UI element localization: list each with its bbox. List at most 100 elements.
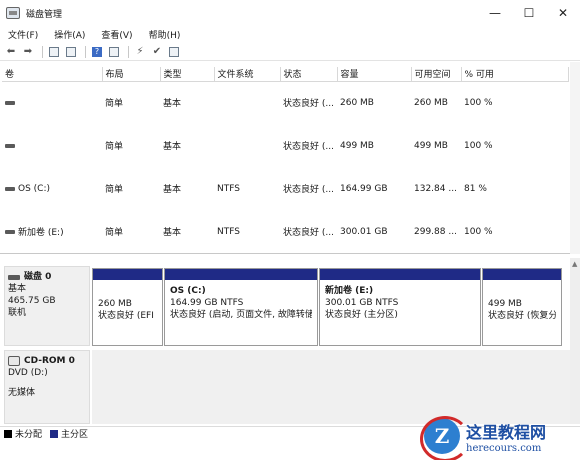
primary-partition-swatch <box>50 429 59 438</box>
cdrom-0-name: CD-ROM 0 <box>24 356 75 366</box>
capacity-cell: 499 MB <box>340 140 374 151</box>
table-row[interactable]: OS (C:) 简单 基本 NTFS 状态良好 (... 164.99 GB 1… <box>2 167 568 210</box>
watermark-logo: Z <box>420 416 470 460</box>
free-space-cell: 499 MB <box>414 140 448 151</box>
check-icon[interactable]: ✔ <box>150 45 164 59</box>
menu-bar: 文件(F) 操作(A) 查看(V) 帮助(H) <box>0 26 580 42</box>
close-button[interactable]: ✕ <box>546 0 580 26</box>
menu-action[interactable]: 操作(A) <box>46 28 93 41</box>
type-cell: 基本 <box>163 142 182 152</box>
legend-primary-partition: 主分区 <box>50 427 88 440</box>
disk-0-name-row: 磁盘 0 <box>8 271 86 283</box>
menu-file[interactable]: 文件(F) <box>0 28 46 41</box>
column-header-status[interactable]: 状态 <box>280 67 338 82</box>
layout-cell: 简单 <box>105 142 124 152</box>
volume-icon <box>5 229 15 234</box>
column-header-filesystem[interactable]: 文件系统 <box>214 67 281 82</box>
filesystem-cell: NTFS <box>217 226 240 237</box>
minimize-button[interactable]: — <box>478 0 512 26</box>
percent-free-cell: 100 % <box>464 226 493 237</box>
cdrom-0-info[interactable]: CD-ROM 0 DVD (D:) 无媒体 <box>4 350 90 424</box>
volume-cell: 新加卷 (E:) <box>2 210 102 253</box>
legend-label: 未分配 <box>15 430 43 440</box>
watermark-url: herecours.com <box>466 442 542 454</box>
watermark: Z 这里教程网 herecours.com <box>420 414 574 460</box>
primary-partition-bar <box>93 269 162 280</box>
column-header-layout[interactable]: 布局 <box>102 67 161 82</box>
type-cell: 基本 <box>163 185 182 195</box>
filesystem-cell <box>214 124 280 167</box>
disk-management-app-icon <box>6 7 20 19</box>
volume-cell <box>2 81 102 124</box>
connect-icon[interactable]: ⚡ <box>133 45 147 59</box>
status-cell: 状态良好 (... <box>283 185 334 195</box>
scroll-up-arrow-icon[interactable]: ▲ <box>572 260 577 268</box>
free-space-cell: 132.84 ... <box>414 183 457 194</box>
cdrom-0-drive: DVD (D:) <box>8 368 48 378</box>
partition-new-volume-e[interactable]: 新加卷 (E:) 300.01 GB NTFS 状态良好 (主分区) <box>319 268 481 346</box>
cdrom-0-name-row: CD-ROM 0 <box>8 355 86 367</box>
partition-status: 状态良好 (启动, 页面文件, 故障转储 <box>170 310 312 320</box>
cdrom-0-empty-area[interactable] <box>92 350 570 424</box>
volume-cell: OS (C:) <box>2 167 102 210</box>
volume-cell <box>2 124 102 167</box>
percent-free-cell: 100 % <box>464 97 493 108</box>
legend-label: 主分区 <box>61 430 89 440</box>
type-cell: 基本 <box>163 99 182 110</box>
volume-table: 卷 布局 类型 文件系统 状态 容量 可用空间 % 可用 简单 基本 状态良好 … <box>2 67 569 253</box>
volume-list-scrollbar[interactable] <box>570 62 580 254</box>
layout-cell: 简单 <box>105 99 124 110</box>
column-header-capacity[interactable]: 容量 <box>337 67 412 82</box>
menu-view[interactable]: 查看(V) <box>93 28 140 41</box>
toolbar: ⬅ ➡ ? ⚡ ✔ <box>0 43 580 61</box>
legend-unallocated: 未分配 <box>4 427 42 440</box>
cdrom-0-state: 无媒体 <box>8 388 36 398</box>
primary-partition-bar <box>483 269 561 280</box>
disk-0-type: 基本 <box>8 284 27 294</box>
primary-partition-bar <box>165 269 317 280</box>
partition-recovery[interactable]: 499 MB 状态良好 (恢复分 <box>482 268 562 346</box>
column-header-volume[interactable]: 卷 <box>2 67 103 82</box>
free-space-cell: 260 MB <box>414 97 448 108</box>
toolbar-separator <box>85 45 86 58</box>
table-row[interactable]: 简单 基本 状态良好 (... 260 MB 260 MB 100 % <box>2 81 568 124</box>
status-cell: 状态良好 (... <box>283 228 334 238</box>
volume-icon <box>5 186 15 191</box>
percent-free-cell: 81 % <box>464 183 487 194</box>
properties-icon[interactable] <box>47 45 61 59</box>
maximize-button[interactable]: ☐ <box>512 0 546 26</box>
capacity-cell: 300.01 GB <box>340 226 388 237</box>
grid-alt-icon[interactable] <box>107 45 121 59</box>
window-controls: — ☐ ✕ <box>478 0 580 26</box>
window-title: 磁盘管理 <box>26 9 63 20</box>
disk-graph-scrollbar[interactable]: ▲ <box>570 258 580 424</box>
help-icon[interactable]: ? <box>90 45 104 59</box>
watermark-title: 这里教程网 <box>466 422 547 442</box>
back-arrow-icon[interactable]: ⬅ <box>4 45 18 59</box>
free-space-cell: 299.88 ... <box>414 226 457 237</box>
menu-help[interactable]: 帮助(H) <box>141 28 189 41</box>
window-icon[interactable] <box>167 45 181 59</box>
filesystem-cell: NTFS <box>217 183 240 194</box>
partition-size: 164.99 GB NTFS <box>170 298 244 308</box>
primary-partition-bar <box>320 269 480 280</box>
grid-icon[interactable] <box>64 45 78 59</box>
column-header-free-space[interactable]: 可用空间 <box>411 67 462 82</box>
cdrom-icon <box>8 356 20 366</box>
partition-os-c[interactable]: OS (C:) 164.99 GB NTFS 状态良好 (启动, 页面文件, 故… <box>164 268 318 346</box>
unallocated-swatch <box>4 429 12 438</box>
disk-0-size: 465.75 GB <box>8 296 56 306</box>
column-header-percent-free[interactable]: % 可用 <box>461 67 569 82</box>
layout-cell: 简单 <box>105 228 124 238</box>
disk-0-state: 联机 <box>8 308 27 318</box>
toolbar-separator <box>42 45 43 58</box>
disk-0-info[interactable]: 磁盘 0 基本 465.75 GB 联机 <box>4 266 90 346</box>
disk-icon <box>8 274 20 280</box>
filesystem-cell <box>214 81 280 124</box>
table-row[interactable]: 简单 基本 状态良好 (... 499 MB 499 MB 100 % <box>2 124 568 167</box>
partition-label: 新加卷 (E:) <box>325 286 374 296</box>
partition-efi[interactable]: 260 MB 状态良好 (EFI <box>92 268 163 346</box>
forward-arrow-icon[interactable]: ➡ <box>21 45 35 59</box>
table-row[interactable]: 新加卷 (E:) 简单 基本 NTFS 状态良好 (... 300.01 GB … <box>2 210 568 253</box>
column-header-type[interactable]: 类型 <box>160 67 215 82</box>
